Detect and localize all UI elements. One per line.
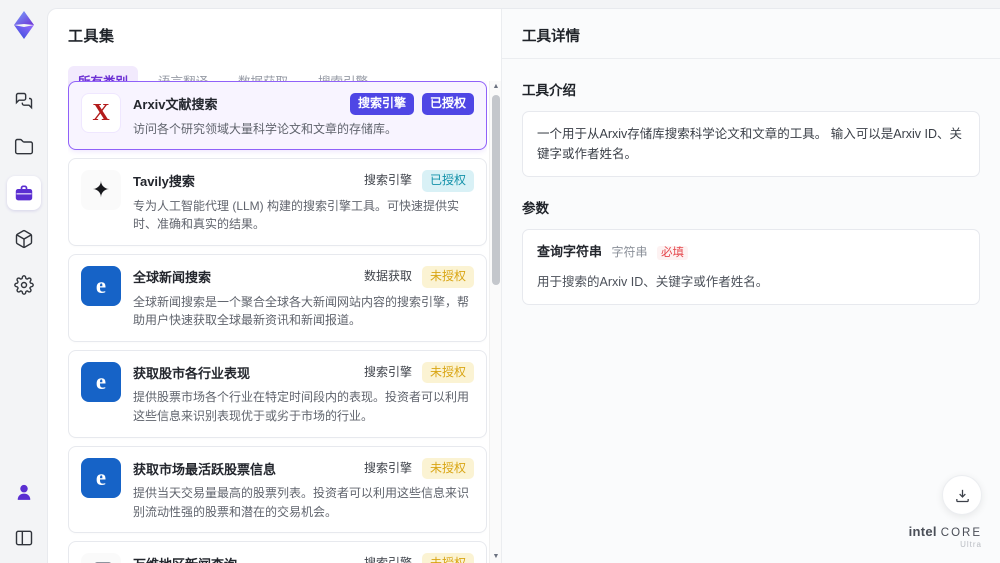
newspaper-icon [81,553,121,563]
tool-desc: 专为人工智能代理 (LLM) 构建的搜索引擎工具。可快速提供实时、准确和真实的结… [133,198,460,232]
page-title: 工具集 [68,28,115,45]
sidebar-item-chat[interactable] [7,84,41,118]
folder-icon [14,138,33,155]
auth-badge: 已授权 [421,170,474,192]
tool-card-active-stocks[interactable]: e 获取市场最活跃股票信息 搜索引擎 未授权 提供当天交易量最高的股票列表。投资… [68,445,487,534]
param-card: 查询字符串 字符串 必填 用于搜索的Arxiv ID、关键字或作者姓名。 [522,229,980,305]
auth-badge: 未授权 [421,361,474,384]
param-desc: 用于搜索的Arxiv ID、关键字或作者姓名。 [537,274,769,289]
tool-card-arxiv[interactable]: X Arxiv文献搜索 搜索引擎 已授权 访问各个研究领域大量科学论文和文章的存… [68,81,487,151]
tool-detail-pane: 工具详情 工具介绍 一个用于从Arxiv存储库搜索科学论文和文章的工具。 输入可… [501,9,1000,563]
brand-ultra: Ultra [960,540,982,549]
sidebar-item-tools[interactable] [6,176,41,210]
download-icon [955,489,969,502]
list-scrollbar[interactable]: ▲ ▼ [489,81,501,563]
news-e-logo-icon: e [81,457,121,498]
scrollbar-thumb[interactable] [492,95,500,285]
param-type: 字符串 [611,245,648,259]
tool-name: Tavily搜索 [133,174,195,190]
tool-card-global-news[interactable]: e 全球新闻搜索 数据获取 未授权 全球新闻搜索是一个聚合全球各大新闻网站内容的… [68,253,487,342]
detail-header: 工具详情 [502,9,1000,59]
download-button[interactable] [942,475,982,515]
params-heading: 参数 [522,201,549,216]
sidebar-item-settings[interactable] [7,268,41,302]
left-rail [0,0,47,563]
sidebar-item-files[interactable] [7,130,41,164]
tool-desc: 全球新闻搜索是一个聚合全球各大新闻网站内容的搜索引擎，帮助用户快速获取全球最新资… [133,294,470,328]
category-badge: 搜索引擎 [362,553,414,563]
intel-core-logo: intel CORE Ultra [909,523,982,549]
sidebar-item-packages[interactable] [7,222,41,256]
panel-toggle-icon [15,530,32,546]
intro-text: 一个用于从Arxiv存储库搜索科学论文和文章的工具。 输入可以是Arxiv ID… [537,127,963,161]
chat-icon [15,92,32,110]
tool-list: X Arxiv文献搜索 搜索引擎 已授权 访问各个研究领域大量科学论文和文章的存… [68,81,487,563]
news-e-logo-icon: e [81,265,121,306]
tool-desc: 访问各个研究领域大量科学论文和文章的存储库。 [133,121,398,136]
tool-name: 全球新闻搜索 [133,269,212,285]
tool-name: 获取市场最活跃股票信息 [133,461,277,477]
detail-title: 工具详情 [522,29,580,45]
category-badge: 搜索引擎 [363,364,412,379]
auth-badge: 未授权 [421,553,474,563]
tool-name: Arxiv文献搜索 [133,97,218,112]
sidebar-item-panel-toggle[interactable] [7,521,41,555]
intro-card: 一个用于从Arxiv存储库搜索科学论文和文章的工具。 输入可以是Arxiv ID… [522,111,980,177]
category-badge: 搜索引擎 [363,460,412,475]
workspace: 工具集 所有类别 语言翻译 数据获取 搜索引擎 X Arxiv文献搜索 搜索引擎… [47,8,1000,563]
auth-badge: 已授权 [421,93,474,115]
auth-badge: 未授权 [421,265,474,288]
arxiv-logo-icon: X [81,93,121,133]
param-name: 查询字符串 [537,244,603,259]
category-badge: 数据获取 [363,268,412,283]
tool-card-regional-news[interactable]: 万维地区新闻查询 搜索引擎 未授权 查询具体行政区划内的新闻，快速了解各地新闻动 [68,541,487,563]
category-badge: 搜索引擎 [363,173,412,188]
gear-icon [13,275,34,295]
tool-name: 获取股市各行业表现 [133,365,251,381]
intro-heading: 工具介绍 [522,83,576,98]
category-badge: 搜索引擎 [349,93,414,115]
tool-list-pane: 工具集 所有类别 语言翻译 数据获取 搜索引擎 X Arxiv文献搜索 搜索引擎… [48,9,501,563]
news-e-logo-icon: e [81,361,121,402]
toolbox-icon [15,185,32,201]
tool-card-sector-performance[interactable]: e 获取股市各行业表现 搜索引擎 未授权 提供股票市场各个行业在特定时间段内的表… [68,349,487,438]
tool-name: 万维地区新闻查询 [133,553,237,563]
package-icon [15,229,32,249]
auth-badge: 未授权 [421,457,474,480]
tavily-star-icon: ✦ [81,170,121,211]
sidebar-item-account[interactable] [7,475,41,509]
tool-desc: 提供股票市场各个行业在特定时间段内的表现。投资者可以利用这些信息来识别表现优于或… [133,390,470,423]
tool-desc: 提供当天交易量最高的股票列表。投资者可以利用这些信息来识别流动性强的股票和潜在的… [133,486,470,519]
user-icon [17,484,30,500]
app-logo-icon [7,8,41,42]
tool-card-tavily[interactable]: ✦ Tavily搜索 搜索引擎 已授权 专为人工智能代理 (LLM) 构建的搜索… [68,158,487,246]
brand-intel: intel [908,524,937,539]
brand-core: CORE [940,527,982,539]
param-required-badge: 必填 [657,246,688,260]
